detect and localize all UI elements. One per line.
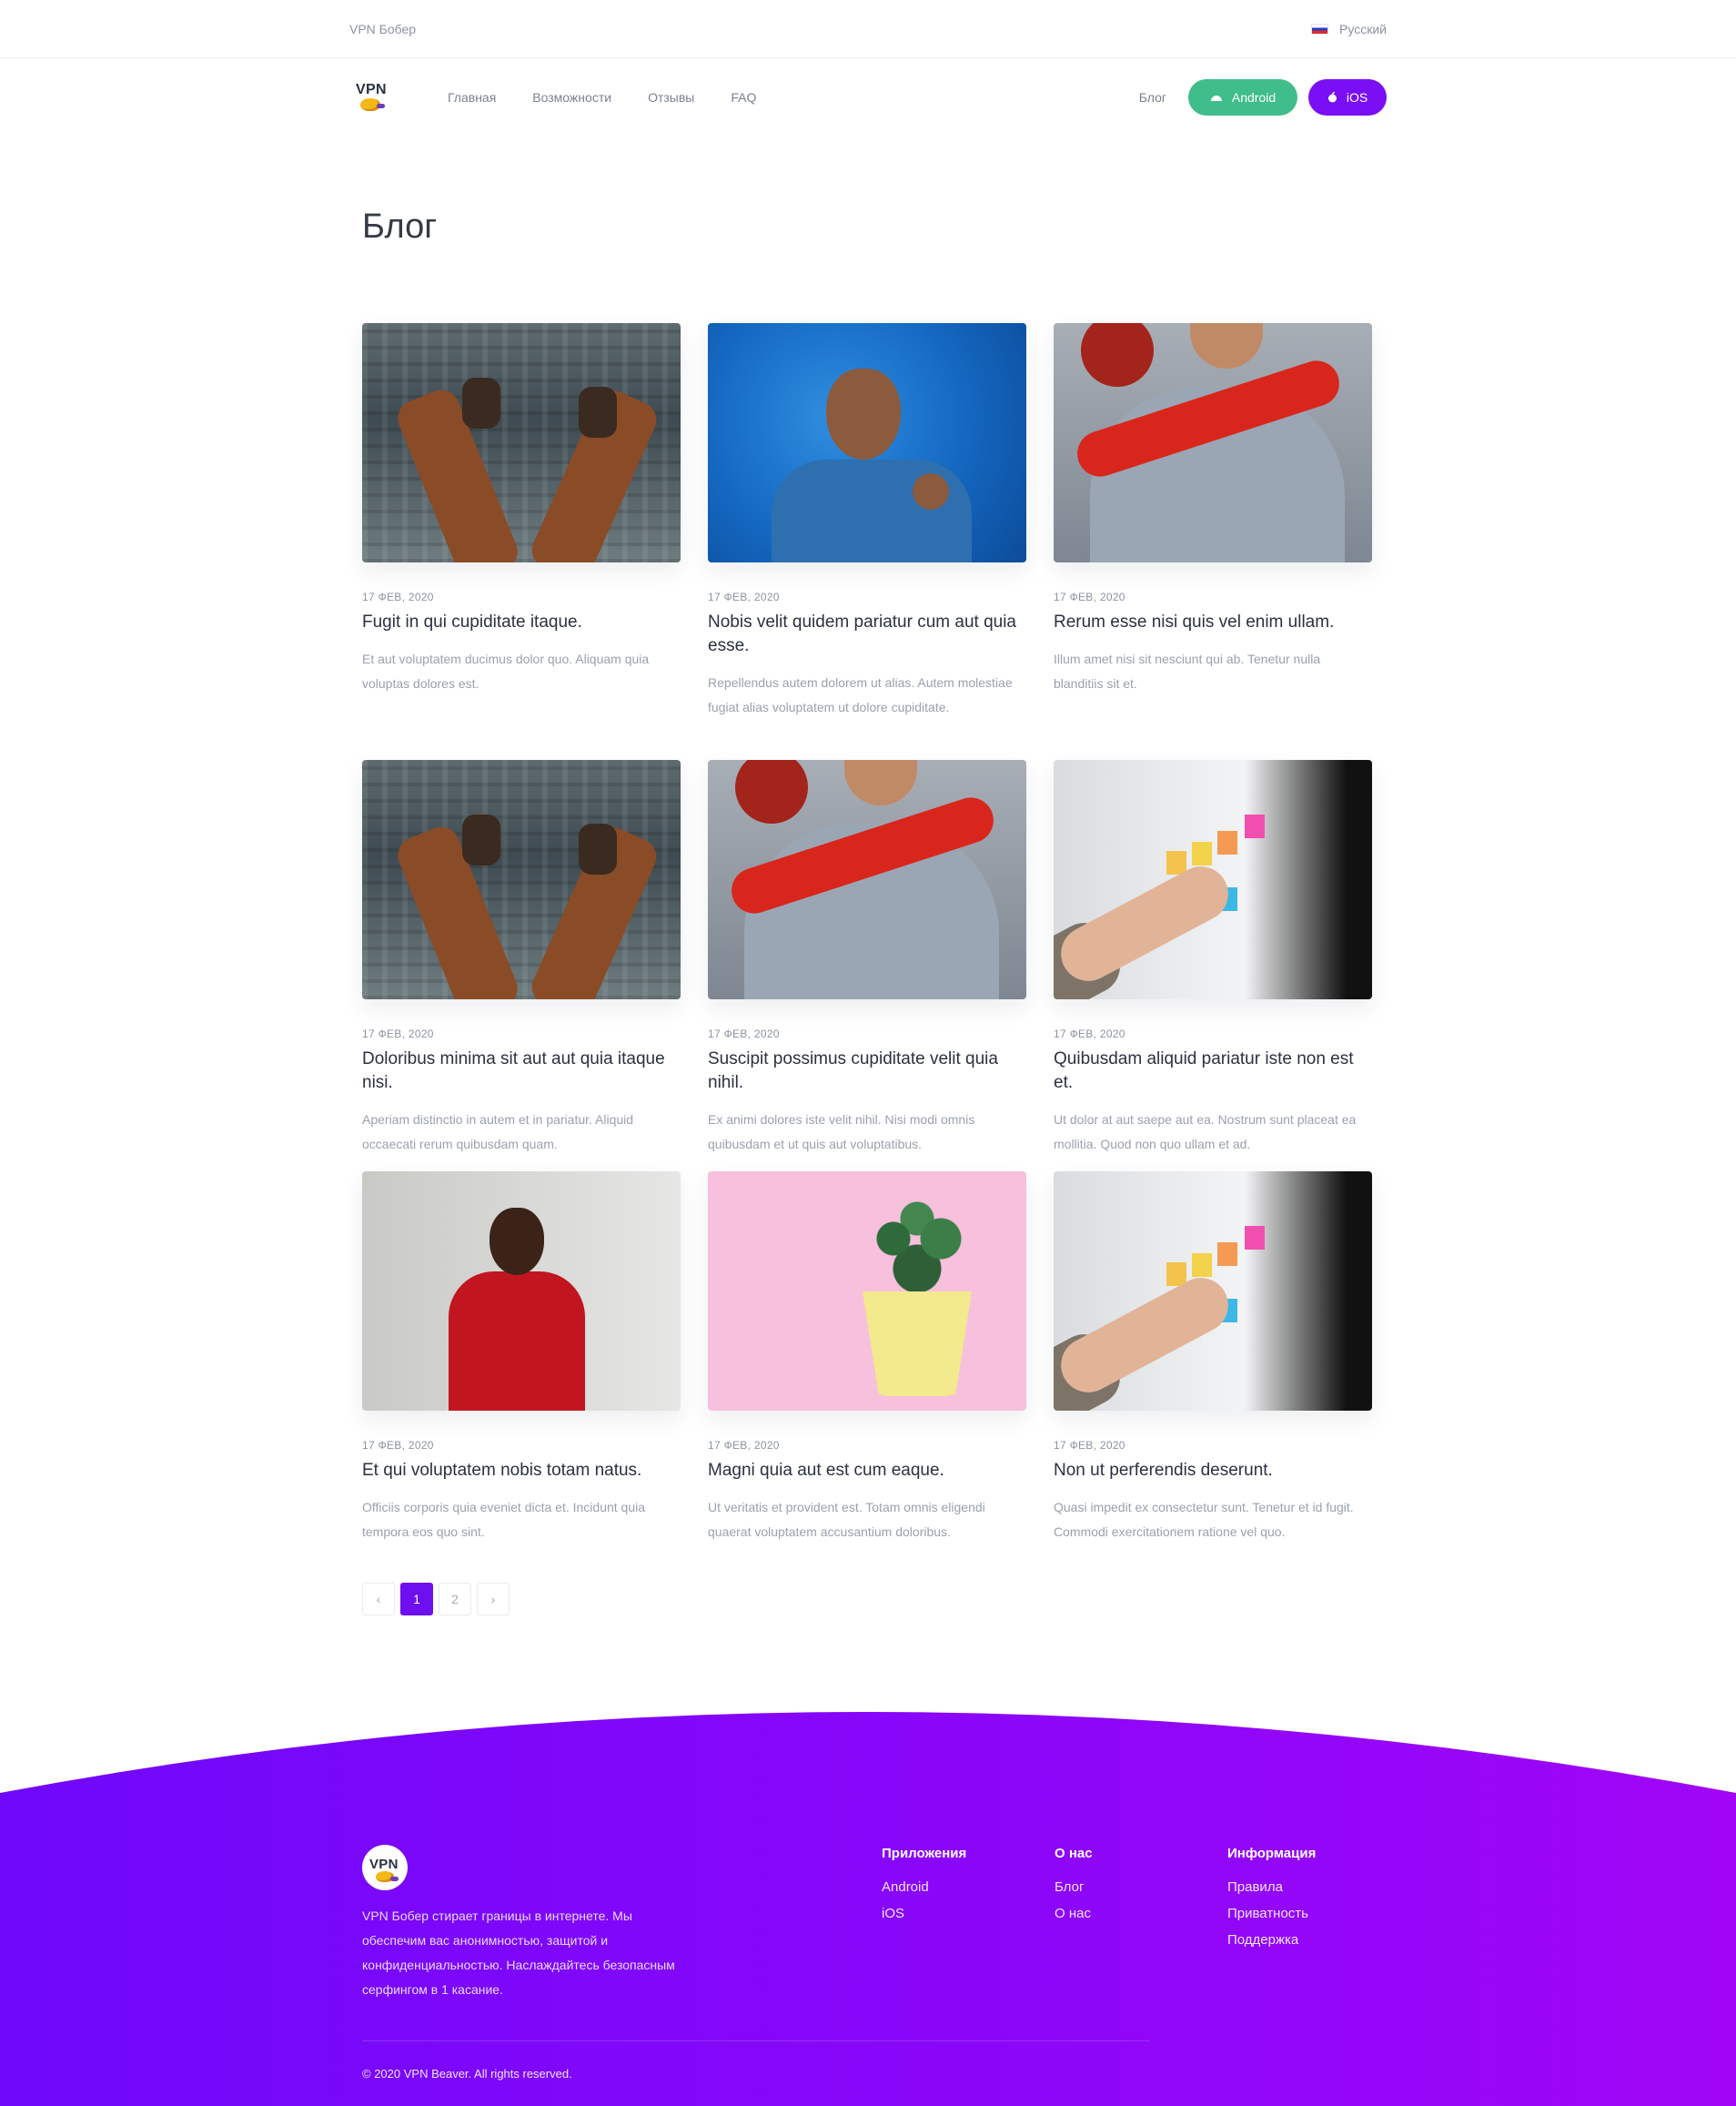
post-excerpt: Quasi impedit ex consectetur sunt. Tenet…: [1054, 1500, 1354, 1539]
beaver-mascot-icon: [376, 1871, 399, 1882]
nav-item-features[interactable]: Возможности: [532, 90, 611, 105]
footer-link-ios[interactable]: iOS: [882, 1906, 966, 1921]
footer-column-info: Информация Правила Приватность Поддержка: [1227, 1846, 1316, 1959]
post-title[interactable]: Doloribus minima sit aut aut quia itaque…: [362, 1048, 681, 1095]
footer-link-about[interactable]: О нас: [1055, 1906, 1093, 1921]
blog-post-card[interactable]: 17 ФЕВ, 2020 Et qui voluptatem nobis tot…: [362, 1171, 681, 1583]
post-date: 17 ФЕВ, 2020: [708, 1028, 780, 1040]
blog-post-card[interactable]: 17 ФЕВ, 2020 Non ut perferendis deserunt…: [1054, 1171, 1372, 1583]
footer-divider: [362, 2040, 1150, 2041]
footer-column-about: О нас Блог О нас: [1055, 1846, 1093, 1932]
pagination: ‹ 1 2 ›: [362, 1583, 1387, 1615]
footer-logo[interactable]: VPN: [362, 1845, 408, 1890]
blog-post-card[interactable]: 17 ФЕВ, 2020 Magni quia aut est cum eaqu…: [708, 1171, 1026, 1583]
footer-description: VPN Бобер стирает границы в интернете. М…: [362, 1909, 675, 1997]
top-strip: VPN Бобер Русский: [0, 0, 1736, 58]
logo-text: VPN: [356, 82, 387, 97]
post-title[interactable]: Quibusdam aliquid pariatur iste non est …: [1054, 1048, 1372, 1095]
post-image-sticky-notes-board[interactable]: [1054, 760, 1372, 999]
android-download-button[interactable]: Android: [1188, 79, 1297, 116]
page-title: Блог: [362, 208, 438, 246]
post-excerpt: Ut veritatis et provident est. Totam omn…: [708, 1500, 985, 1539]
footer-column-title: Приложения: [882, 1846, 967, 1861]
blog-posts-grid: 17 ФЕВ, 2020 Fugit in qui cupiditate ita…: [362, 323, 1387, 760]
nav-item-reviews[interactable]: Отзывы: [648, 90, 694, 105]
footer-column-title: О нас: [1055, 1846, 1093, 1861]
pagination-page-2[interactable]: 2: [439, 1583, 471, 1615]
footer-link-blog[interactable]: Блог: [1055, 1879, 1093, 1895]
post-image-laughing-man[interactable]: [708, 323, 1026, 562]
android-icon: [1210, 96, 1222, 101]
blog-post-card[interactable]: 17 ФЕВ, 2020 Rerum esse nisi quis vel en…: [1054, 323, 1372, 760]
blog-content: Блог 17 ФЕВ, 2020 Fugit in qui cupiditat…: [349, 208, 1387, 1615]
footer-link-support[interactable]: Поддержка: [1227, 1932, 1316, 1948]
post-date: 17 ФЕВ, 2020: [362, 1028, 434, 1040]
russian-flag-icon: [1311, 24, 1329, 35]
post-title[interactable]: Et qui voluptatem nobis totam natus.: [362, 1459, 681, 1483]
post-date: 17 ФЕВ, 2020: [1054, 591, 1125, 603]
post-title[interactable]: Fugit in qui cupiditate itaque.: [362, 611, 681, 634]
blog-post-card[interactable]: 17 ФЕВ, 2020 Fugit in qui cupiditate ita…: [362, 323, 681, 760]
post-title[interactable]: Rerum esse nisi quis vel enim ullam.: [1054, 611, 1372, 634]
pagination-prev-button[interactable]: ‹: [362, 1583, 395, 1615]
footer-logo-text: VPN: [369, 1857, 399, 1872]
post-title[interactable]: Nobis velit quidem pariatur cum aut quia…: [708, 611, 1026, 658]
post-excerpt: Illum amet nisi sit nesciunt qui ab. Ten…: [1054, 652, 1321, 691]
post-excerpt: Ex animi dolores iste velit nihil. Nisi …: [708, 1112, 975, 1151]
nav-actions: Блог Android iOS: [1139, 79, 1387, 116]
language-switcher[interactable]: Русский: [1311, 22, 1387, 36]
footer-content: VPN VPN Бобер стирает границы в интернет…: [362, 1704, 1399, 2106]
beaver-mascot-icon: [360, 98, 385, 111]
ios-download-button[interactable]: iOS: [1308, 79, 1387, 116]
post-image-piggyback-couple[interactable]: [1054, 323, 1372, 562]
post-date: 17 ФЕВ, 2020: [362, 1439, 434, 1452]
blog-post-card[interactable]: 17 ФЕВ, 2020 Doloribus minima sit aut au…: [362, 760, 681, 1171]
blog-posts-grid-row-3: 17 ФЕВ, 2020 Et qui voluptatem nobis tot…: [362, 1171, 1387, 1583]
nav-item-faq[interactable]: FAQ: [731, 90, 756, 105]
post-excerpt: Ut dolor at aut saepe aut ea. Nostrum su…: [1054, 1112, 1357, 1151]
language-label: Русский: [1339, 22, 1387, 36]
footer-copyright: © 2020 VPN Beaver. All rights reserved.: [362, 2067, 572, 2081]
post-excerpt: Aperiam distinctio in autem et in pariat…: [362, 1112, 634, 1151]
post-title[interactable]: Non ut perferendis deserunt.: [1054, 1459, 1372, 1483]
main-nav: VPN Главная Возможности Отзывы FAQ Блог …: [349, 58, 1387, 137]
blog-post-card[interactable]: 17 ФЕВ, 2020 Suscipit possimus cupiditat…: [708, 760, 1026, 1171]
blog-post-card[interactable]: 17 ФЕВ, 2020 Nobis velit quidem pariatur…: [708, 323, 1026, 760]
post-date: 17 ФЕВ, 2020: [708, 591, 780, 603]
footer: VPN VPN Бобер стирает границы в интернет…: [0, 1704, 1736, 2106]
post-excerpt: Et aut voluptatem ducimus dolor quo. Ali…: [362, 652, 650, 691]
post-image-city-feet[interactable]: [362, 323, 681, 562]
blog-page: VPN Бобер Русский VPN Главная Возможност…: [0, 0, 1736, 2106]
android-button-label: Android: [1231, 90, 1277, 105]
nav-menu: Главная Возможности Отзывы FAQ: [448, 90, 756, 105]
footer-link-android[interactable]: Android: [882, 1879, 966, 1895]
post-title[interactable]: Magni quia aut est cum eaque.: [708, 1459, 1026, 1483]
apple-icon: [1327, 92, 1337, 103]
post-date: 17 ФЕВ, 2020: [1054, 1028, 1125, 1040]
post-image-piggyback-couple[interactable]: [708, 760, 1026, 999]
footer-link-rules[interactable]: Правила: [1227, 1879, 1316, 1895]
ios-button-label: iOS: [1346, 90, 1368, 105]
logo[interactable]: VPN: [349, 76, 391, 118]
pagination-next-button[interactable]: ›: [477, 1583, 510, 1615]
site-brand-text[interactable]: VPN Бобер: [349, 22, 416, 36]
post-date: 17 ФЕВ, 2020: [1054, 1439, 1125, 1452]
pagination-page-1[interactable]: 1: [400, 1583, 433, 1615]
post-title[interactable]: Suscipit possimus cupiditate velit quia …: [708, 1048, 1026, 1095]
blog-posts-grid-row-2: 17 ФЕВ, 2020 Doloribus minima sit aut au…: [362, 760, 1387, 1171]
footer-column-apps: Приложения Android iOS: [882, 1846, 966, 1932]
footer-link-privacy[interactable]: Приватность: [1227, 1906, 1316, 1921]
nav-item-home[interactable]: Главная: [448, 90, 496, 105]
blog-post-card[interactable]: 17 ФЕВ, 2020 Quibusdam aliquid pariatur …: [1054, 760, 1372, 1171]
footer-column-title: Информация: [1227, 1846, 1317, 1861]
post-image-plant-pink[interactable]: [708, 1171, 1026, 1411]
post-image-city-feet[interactable]: [362, 760, 681, 999]
post-date: 17 ФЕВ, 2020: [362, 591, 434, 603]
post-image-sticky-notes-board[interactable]: [1054, 1171, 1372, 1411]
post-image-man-red-shirt[interactable]: [362, 1171, 681, 1411]
post-excerpt: Officiis corporis quia eveniet dicta et.…: [362, 1500, 646, 1539]
nav-item-blog[interactable]: Блог: [1139, 90, 1166, 105]
post-excerpt: Repellendus autem dolorem ut alias. Aute…: [708, 675, 1013, 714]
post-date: 17 ФЕВ, 2020: [708, 1439, 780, 1452]
